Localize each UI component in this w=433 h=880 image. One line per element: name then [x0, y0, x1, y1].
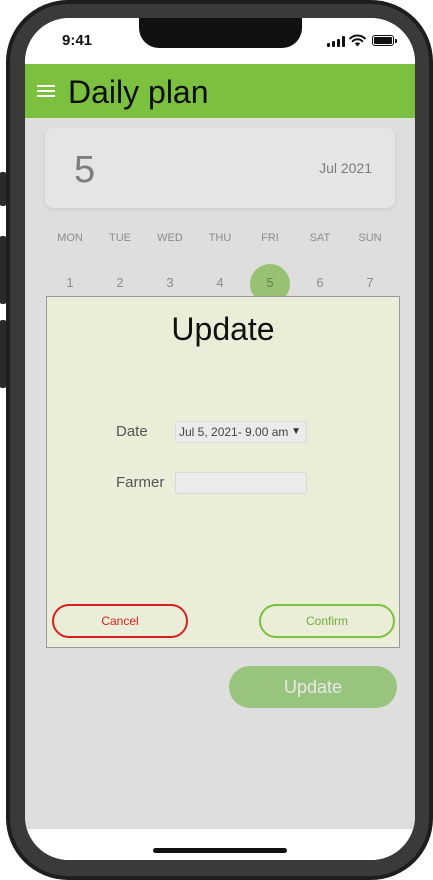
home-bar-area	[25, 828, 415, 860]
date-label: Date	[116, 423, 148, 440]
cellular-signal-icon	[327, 36, 345, 47]
hamburger-menu-icon[interactable]	[37, 85, 55, 97]
notch	[139, 18, 302, 48]
wifi-icon	[349, 34, 366, 47]
battery-icon	[372, 35, 397, 46]
phone-screen: 9:41 Daily plan 5 Jul 2021 MON TUE WED T…	[25, 18, 415, 860]
page-title: Daily plan	[68, 74, 209, 110]
date-select[interactable]: Jul 5, 2021- 9.00 am ▼	[175, 421, 307, 443]
cancel-button[interactable]: Cancel	[52, 604, 188, 638]
farmer-label: Farmer	[116, 474, 165, 491]
status-bar: 9:41	[25, 18, 415, 64]
dropdown-caret-icon: ▼	[291, 426, 301, 437]
dialog-title: Update	[171, 311, 275, 347]
farmer-input[interactable]	[175, 472, 307, 494]
update-dialog: Update Date Jul 5, 2021- 9.00 am ▼ Farme…	[46, 296, 400, 648]
status-time: 9:41	[62, 32, 93, 49]
app-bar: Daily plan	[25, 64, 415, 118]
confirm-button[interactable]: Confirm	[259, 604, 395, 638]
date-select-value: Jul 5, 2021- 9.00 am	[179, 425, 289, 439]
home-indicator[interactable]	[153, 848, 287, 853]
